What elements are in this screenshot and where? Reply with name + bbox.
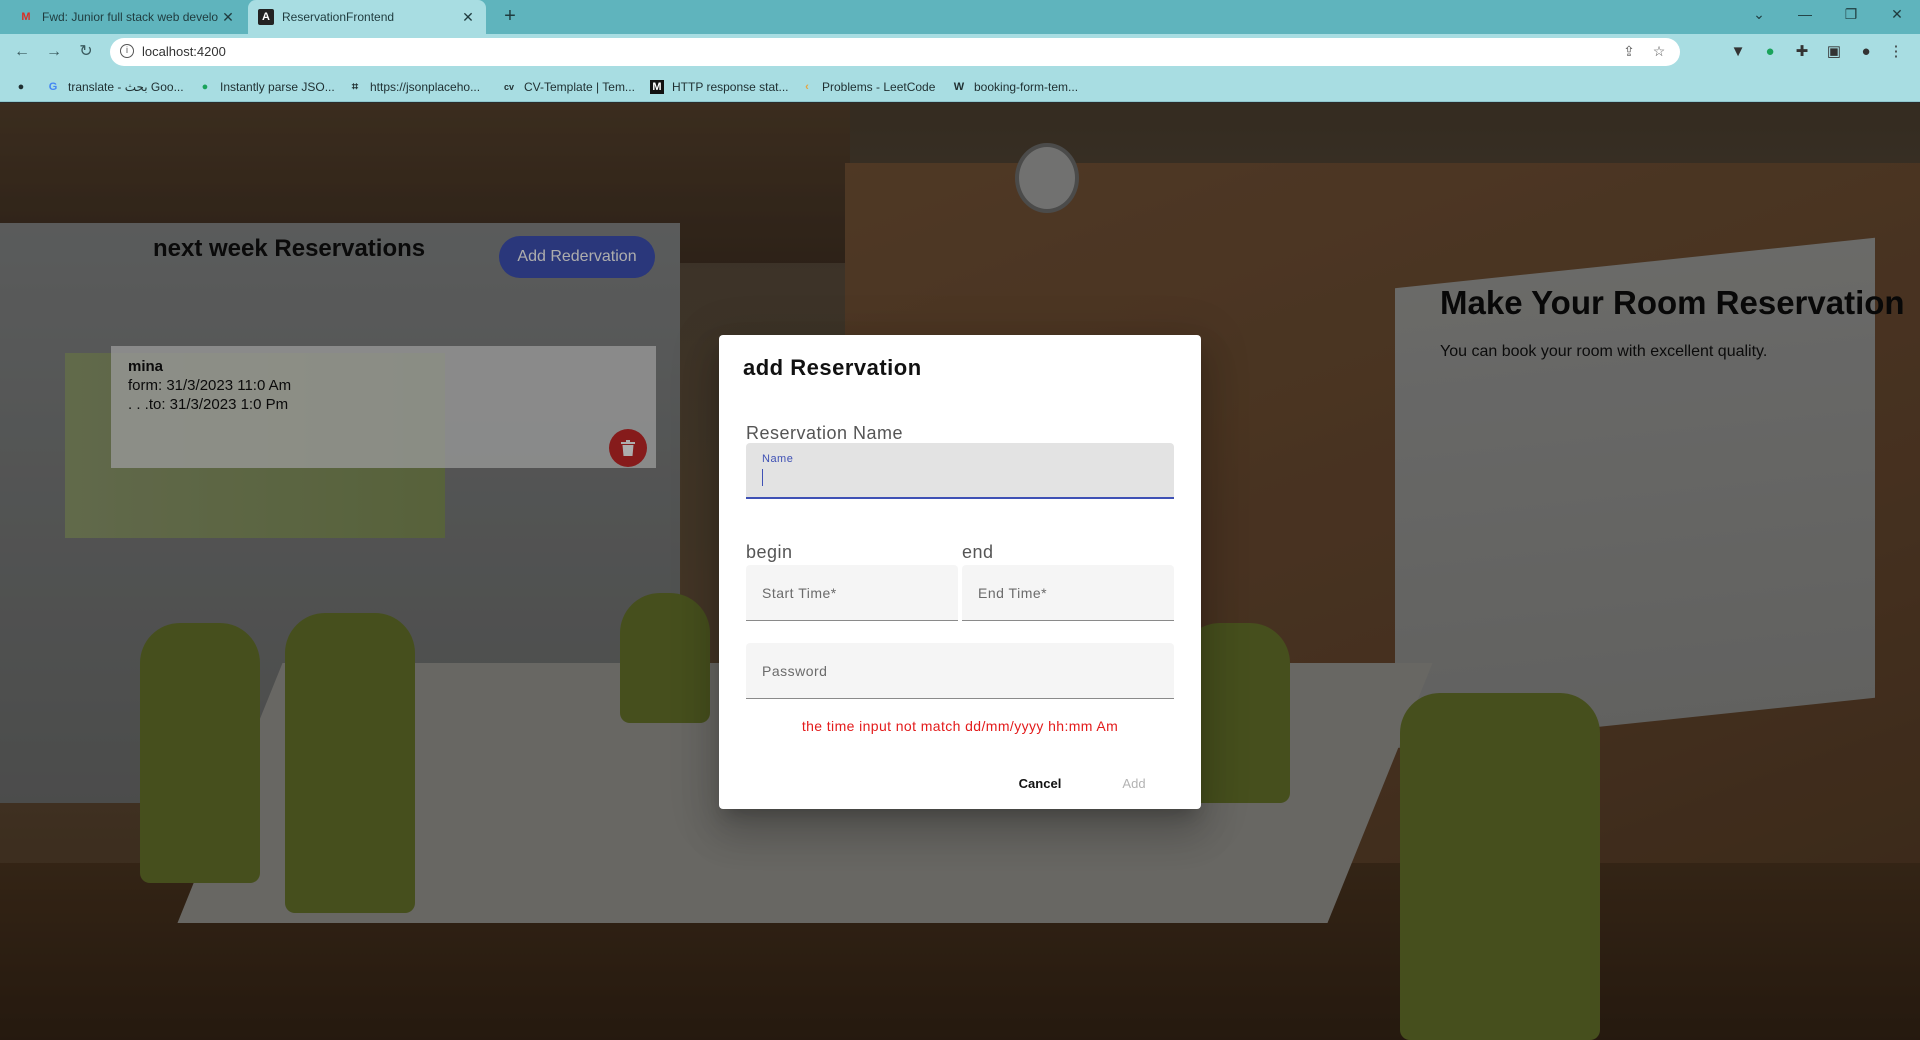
side-panel-icon[interactable]: ▣	[1824, 42, 1844, 62]
url-text: localhost:4200	[142, 44, 226, 59]
reload-icon[interactable]: ↻	[74, 40, 98, 64]
name-field-label: Name	[762, 453, 794, 465]
add-reservation-dialog: add Reservation Reservation Name Name be…	[719, 335, 1201, 809]
github-icon: ●	[17, 81, 25, 93]
tab-gmail[interactable]: M Fwd: Junior full stack web develo ✕	[8, 0, 246, 34]
name-field[interactable]: Name	[746, 443, 1174, 499]
password-field[interactable]: Password	[746, 643, 1174, 699]
bookmark-label: Problems - LeetCode	[822, 80, 936, 94]
tab-search-icon[interactable]: ⌄	[1736, 0, 1782, 30]
placeholder-icon: ⌗	[351, 81, 359, 93]
bookmark-cv-template[interactable]: cv CV-Template | Tem...	[502, 78, 635, 96]
close-icon[interactable]: ✕	[220, 9, 236, 26]
share-icon[interactable]: ⇪	[1620, 43, 1638, 61]
bookmark-label: HTTP response stat...	[672, 80, 789, 94]
leetcode-icon: ‹	[805, 81, 809, 93]
back-arrow-icon[interactable]: ←	[10, 40, 34, 64]
bookmark-booking-form[interactable]: W booking-form-tem...	[952, 78, 1078, 96]
forward-arrow-icon[interactable]: →	[42, 40, 66, 64]
bookmark-json-parse[interactable]: ● Instantly parse JSO...	[198, 78, 335, 96]
new-tab-button[interactable]: +	[498, 5, 522, 29]
cv-icon: cv	[503, 82, 514, 92]
tab-strip: M Fwd: Junior full stack web develo ✕ A …	[0, 0, 1920, 34]
minimize-button[interactable]: —	[1782, 0, 1828, 30]
begin-label: begin	[746, 542, 793, 562]
bookmark-app-icon[interactable]: ●	[14, 78, 36, 96]
bookmark-leetcode[interactable]: ‹ Problems - LeetCode	[800, 78, 935, 96]
end-time-field[interactable]: End Time*	[962, 565, 1174, 621]
bookmark-http-status[interactable]: M HTTP response stat...	[650, 78, 789, 96]
validation-error: the time input not match dd/mm/yyyy hh:m…	[801, 718, 1119, 734]
add-button[interactable]: Add	[1099, 765, 1169, 801]
dialog-title: add Reservation	[743, 355, 922, 380]
mdn-icon: M	[650, 80, 664, 94]
bookmark-translate[interactable]: G translate - بحث Goo...	[46, 78, 184, 96]
bookmark-jsonplaceholder[interactable]: ⌗ https://jsonplaceho...	[348, 78, 480, 96]
text-caret	[762, 469, 763, 486]
tab-title: Fwd: Junior full stack web develo	[42, 10, 219, 24]
window-close-button[interactable]: ✕	[1874, 0, 1920, 30]
json-icon: ●	[201, 81, 209, 93]
bookmark-label: https://jsonplaceho...	[370, 80, 481, 94]
end-label: end	[962, 542, 994, 562]
bookmark-label: booking-form-tem...	[974, 80, 1079, 94]
tab-reservation-frontend[interactable]: A ReservationFrontend ✕	[248, 0, 486, 34]
angular-icon: A	[258, 9, 274, 25]
end-time-placeholder: End Time*	[978, 585, 1048, 601]
start-time-field[interactable]: Start Time*	[746, 565, 958, 621]
bookmark-label: CV-Template | Tem...	[524, 80, 635, 94]
wordpress-icon: W	[953, 81, 965, 93]
start-time-placeholder: Start Time*	[762, 585, 837, 601]
profile-avatar[interactable]: ●	[1856, 42, 1876, 62]
restore-button[interactable]: ❐	[1828, 0, 1874, 30]
star-icon[interactable]: ☆	[1650, 43, 1668, 61]
password-placeholder: Password	[762, 663, 828, 679]
tab-title: ReservationFrontend	[282, 10, 395, 24]
close-icon[interactable]: ✕	[460, 9, 476, 26]
info-icon[interactable]: i	[120, 44, 134, 58]
grammarly-icon[interactable]: ●	[1760, 42, 1780, 62]
address-bar[interactable]: i localhost:4200 ☆ ⇪	[110, 38, 1680, 66]
bookmarks-bar: ● G translate - بحث Goo... ● Instantly p…	[0, 70, 1920, 102]
browser-toolbar: ← → ↻ i localhost:4200 ☆ ⇪ ▼ ● ✚ ▣ ● ⋮	[0, 34, 1920, 70]
google-icon: G	[48, 81, 58, 93]
extensions-icon[interactable]: ✚	[1792, 42, 1812, 62]
bookmark-label: Instantly parse JSO...	[220, 80, 335, 94]
gmail-icon: M	[21, 11, 31, 23]
cancel-button[interactable]: Cancel	[1005, 765, 1075, 801]
vpn-extension-icon[interactable]: ▼	[1728, 42, 1748, 62]
reservation-name-label: Reservation Name	[746, 423, 904, 443]
page-content: next week Reservations Add Redervation m…	[0, 103, 1920, 1040]
bookmark-label: translate - بحث Goo...	[68, 80, 184, 94]
menu-icon[interactable]: ⋮	[1886, 42, 1906, 62]
